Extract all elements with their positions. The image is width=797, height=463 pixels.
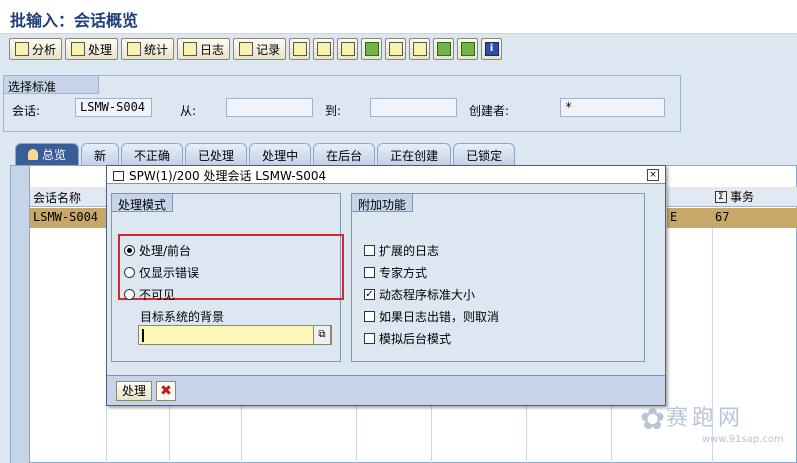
checkbox-icon xyxy=(364,333,375,344)
flag-icon xyxy=(364,42,379,56)
record-icon xyxy=(239,42,254,56)
to-label: 到: xyxy=(325,104,342,118)
radio-selected-icon xyxy=(124,245,135,256)
trash-icon xyxy=(292,42,307,56)
print-icon xyxy=(412,42,427,56)
info-icon: i xyxy=(484,42,499,56)
unlock-button[interactable] xyxy=(337,38,359,60)
radio-icon xyxy=(124,267,135,278)
filter-button[interactable] xyxy=(385,38,407,60)
window-icon xyxy=(113,170,124,181)
processing-mode-header: 处理模式 xyxy=(112,194,174,212)
watermark-url: www.91sap.com xyxy=(702,434,784,445)
text-caret xyxy=(142,329,144,342)
checkbox-icon xyxy=(364,267,375,278)
close-icon[interactable]: × xyxy=(647,169,659,181)
to-field[interactable] xyxy=(370,98,457,117)
row-selector-column[interactable] xyxy=(11,166,30,463)
tab-overview[interactable]: 总览 xyxy=(15,143,80,165)
additional-functions-header: 附加功能 xyxy=(352,194,414,212)
table-row[interactable]: LSMW-S004 xyxy=(30,208,106,228)
from-label: 从: xyxy=(180,104,197,118)
export-icon xyxy=(436,42,451,56)
mode-foreground-radio[interactable]: 处理/前台 xyxy=(124,242,191,259)
filter-icon xyxy=(388,42,403,56)
process-button[interactable]: 处理 xyxy=(65,38,119,60)
session-field[interactable]: LSMW-S004 xyxy=(75,98,152,117)
print-button[interactable] xyxy=(409,38,431,60)
analyze-icon xyxy=(15,42,29,56)
column-header-session-name[interactable]: 会话名称 xyxy=(30,187,106,207)
page-title: 批输入：会话概览 xyxy=(0,0,797,34)
watermark-logo: ✿ xyxy=(640,402,666,437)
unlock-icon xyxy=(340,42,355,56)
record-button[interactable]: 记录 xyxy=(233,38,287,60)
watermark-text: 赛跑网 xyxy=(666,406,745,431)
tab-incorrect[interactable]: 不正确 xyxy=(121,143,184,165)
toolbar: 分析 处理 统计 日志 记录 i xyxy=(0,34,797,64)
tab-background[interactable]: 在后台 xyxy=(313,143,376,165)
simulate-background-checkbox[interactable]: 模拟后台模式 xyxy=(364,330,451,347)
tab-in-process[interactable]: 处理中 xyxy=(249,143,312,165)
criteria-header: 选择标准 xyxy=(4,76,99,94)
table-row-partial[interactable]: E xyxy=(667,208,712,228)
tab-creating[interactable]: 正在创建 xyxy=(377,143,452,165)
process-confirm-button[interactable]: 处理 xyxy=(116,380,153,401)
tab-new[interactable]: 新 xyxy=(81,143,120,165)
dialog-title: SPW(1)/200 处理会话 LSMW-S004 xyxy=(129,169,327,183)
additional-functions-panel: 附加功能 扩展的日志 专家方式 ✓ 动态程序标准大小 如果日志出错，则取消 模拟… xyxy=(351,193,645,362)
processing-mode-panel: 处理模式 处理/前台 仅显示错误 不可见 目标系统的背景 ⧉ xyxy=(111,193,344,362)
value-help-button[interactable]: ⧉ xyxy=(313,325,331,345)
clock-icon xyxy=(71,42,86,56)
checkbox-checked-icon: ✓ xyxy=(364,289,375,300)
lock-button[interactable] xyxy=(313,38,335,60)
analyze-button[interactable]: 分析 xyxy=(9,38,63,60)
dynpro-standard-size-checkbox[interactable]: ✓ 动态程序标准大小 xyxy=(364,286,475,303)
cancel-on-log-error-checkbox[interactable]: 如果日志出错，则取消 xyxy=(364,308,499,325)
background-target-label: 目标系统的背景 xyxy=(140,310,225,324)
tab-processed[interactable]: 已处理 xyxy=(185,143,248,165)
checkbox-icon xyxy=(364,311,375,322)
watermark: ✿ 赛跑网 www.91sap.com xyxy=(640,400,790,456)
column-header-transactions[interactable]: Σ 事务 xyxy=(712,187,797,207)
sum-icon: Σ xyxy=(715,190,727,203)
process-session-dialog: SPW(1)/200 处理会话 LSMW-S004 × 处理模式 处理/前台 仅… xyxy=(106,165,666,406)
person-icon xyxy=(28,149,38,160)
statistics-button[interactable]: 统计 xyxy=(121,38,175,60)
flag-button[interactable] xyxy=(361,38,383,60)
mode-errors-only-radio[interactable]: 仅显示错误 xyxy=(124,264,199,281)
dialog-titlebar: SPW(1)/200 处理会话 LSMW-S004 xyxy=(107,166,665,184)
tab-locked[interactable]: 已锁定 xyxy=(453,143,516,165)
dialog-footer: 处理 ✖ xyxy=(107,375,665,405)
value-help-icon: ⧉ xyxy=(318,329,326,340)
checkbox-icon xyxy=(364,245,375,256)
expert-mode-checkbox[interactable]: 专家方式 xyxy=(364,264,427,281)
refresh-icon xyxy=(460,42,475,56)
log-icon xyxy=(183,42,198,56)
from-field[interactable] xyxy=(226,98,313,117)
background-target-input[interactable] xyxy=(138,325,332,345)
log-button[interactable]: 日志 xyxy=(177,38,231,60)
cancel-icon[interactable]: ✖ xyxy=(156,380,177,401)
creator-label: 创建者: xyxy=(469,104,510,118)
status-tabs: 总览 新 不正确 已处理 处理中 在后台 正在创建 已锁定 xyxy=(15,143,516,165)
selection-criteria: 选择标准 会话: LSMW-S004 从: 到: 创建者: * xyxy=(3,75,681,132)
mode-invisible-radio[interactable]: 不可见 xyxy=(124,286,175,303)
delete-button[interactable] xyxy=(289,38,311,60)
info-button[interactable]: i xyxy=(481,38,503,60)
statistics-icon xyxy=(127,42,142,56)
session-label: 会话: xyxy=(12,104,41,118)
column-header-blank[interactable] xyxy=(667,187,712,207)
lock-icon xyxy=(316,42,331,56)
radio-icon xyxy=(124,289,135,300)
export-button[interactable] xyxy=(433,38,455,60)
extended-log-checkbox[interactable]: 扩展的日志 xyxy=(364,242,439,259)
table-row-transactions[interactable]: 67 xyxy=(712,208,797,228)
refresh-button[interactable] xyxy=(457,38,479,60)
creator-field[interactable]: * xyxy=(560,98,665,117)
